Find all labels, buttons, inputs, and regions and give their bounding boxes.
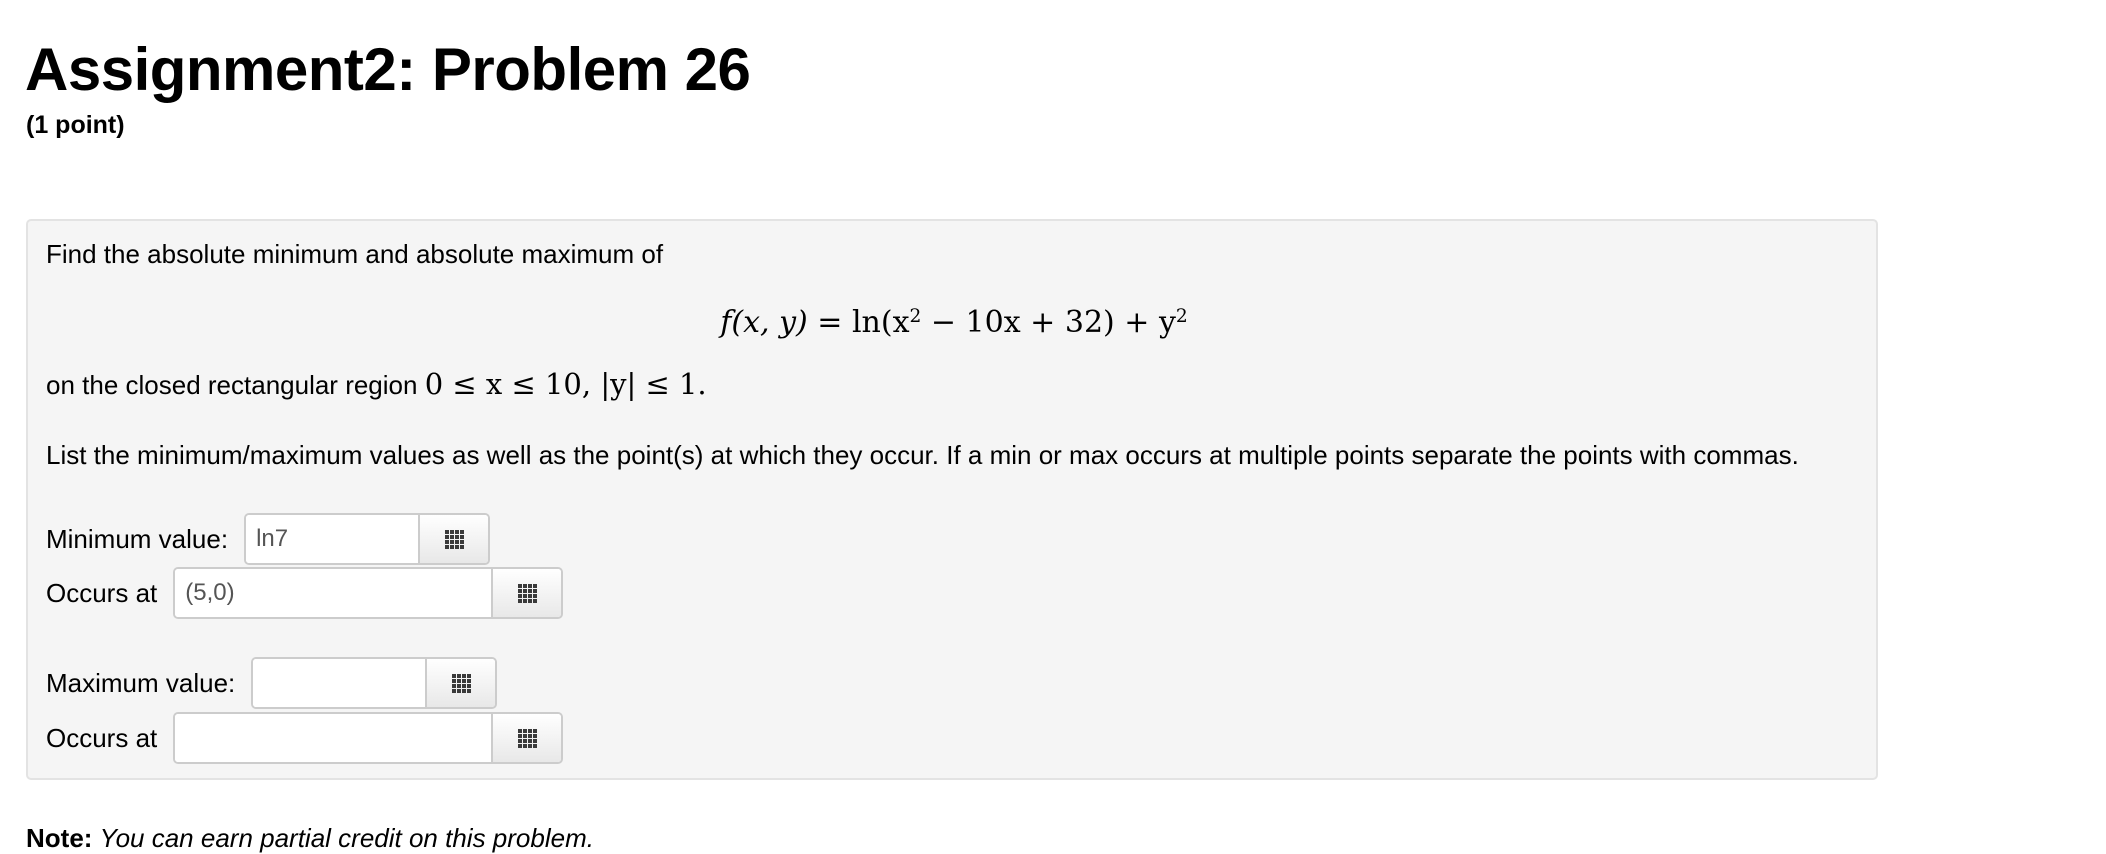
formula-lhs: f(x, y) (720, 305, 808, 340)
max-value-equation-editor-button[interactable] (425, 659, 496, 707)
min-value-equation-editor-button[interactable] (418, 515, 489, 563)
min-location-input[interactable] (175, 569, 492, 617)
max-location-answer-box (173, 712, 564, 764)
region-text: on the closed rectangular region (46, 370, 418, 400)
min-value-input[interactable] (246, 515, 419, 563)
min-value-answer-box (244, 513, 491, 565)
note-label: Note: (26, 823, 93, 853)
region-line: on the closed rectangular region 0 ≤ x ≤… (46, 367, 707, 401)
max-value-label: Maximum value: (46, 667, 236, 698)
answer-row-min-location: Occurs at (46, 566, 564, 620)
max-location-input[interactable] (175, 714, 492, 762)
formula-exponent-2: 2 (1175, 305, 1188, 327)
answer-row-max-location: Occurs at (46, 711, 564, 765)
function-formula: f(x, y) = ln(x2 − 10x + 32) + y2 (720, 305, 1188, 340)
answer-row-min-value: Minimum value: (46, 512, 491, 566)
problem-page: Assignment2: Problem 26 (1 point) Find t… (0, 0, 2106, 854)
formula-rhs-part-1: ln(x (851, 305, 910, 340)
instructions: List the minimum/maximum values as well … (46, 440, 1799, 470)
partial-credit-note: Note: You can earn partial credit on thi… (26, 823, 594, 854)
formula-exponent-1: 2 (909, 305, 922, 327)
page-title: Assignment2: Problem 26 (25, 36, 751, 103)
formula-rhs-part-2: − 10x + 32) + y (921, 305, 1176, 340)
max-location-equation-editor-button[interactable] (491, 714, 562, 762)
grid-icon (444, 529, 464, 549)
problem-body: Find the absolute minimum and absolute m… (26, 219, 1878, 780)
max-location-label: Occurs at (46, 722, 158, 753)
note-text: You can earn partial credit on this prob… (99, 823, 594, 853)
min-value-label: Minimum value: (46, 523, 229, 554)
problem-intro: Find the absolute minimum and absolute m… (46, 239, 664, 269)
grid-icon (451, 673, 471, 693)
grid-icon (517, 728, 537, 748)
min-location-label: Occurs at (46, 577, 158, 608)
max-value-input[interactable] (253, 659, 426, 707)
point-value: (1 point) (26, 111, 125, 139)
max-value-answer-box (251, 657, 498, 709)
min-location-answer-box (173, 567, 564, 619)
min-location-equation-editor-button[interactable] (491, 569, 562, 617)
region-math: 0 ≤ x ≤ 10, |y| ≤ 1. (424, 367, 707, 401)
answer-row-max-value: Maximum value: (46, 656, 498, 710)
grid-icon (517, 583, 537, 603)
